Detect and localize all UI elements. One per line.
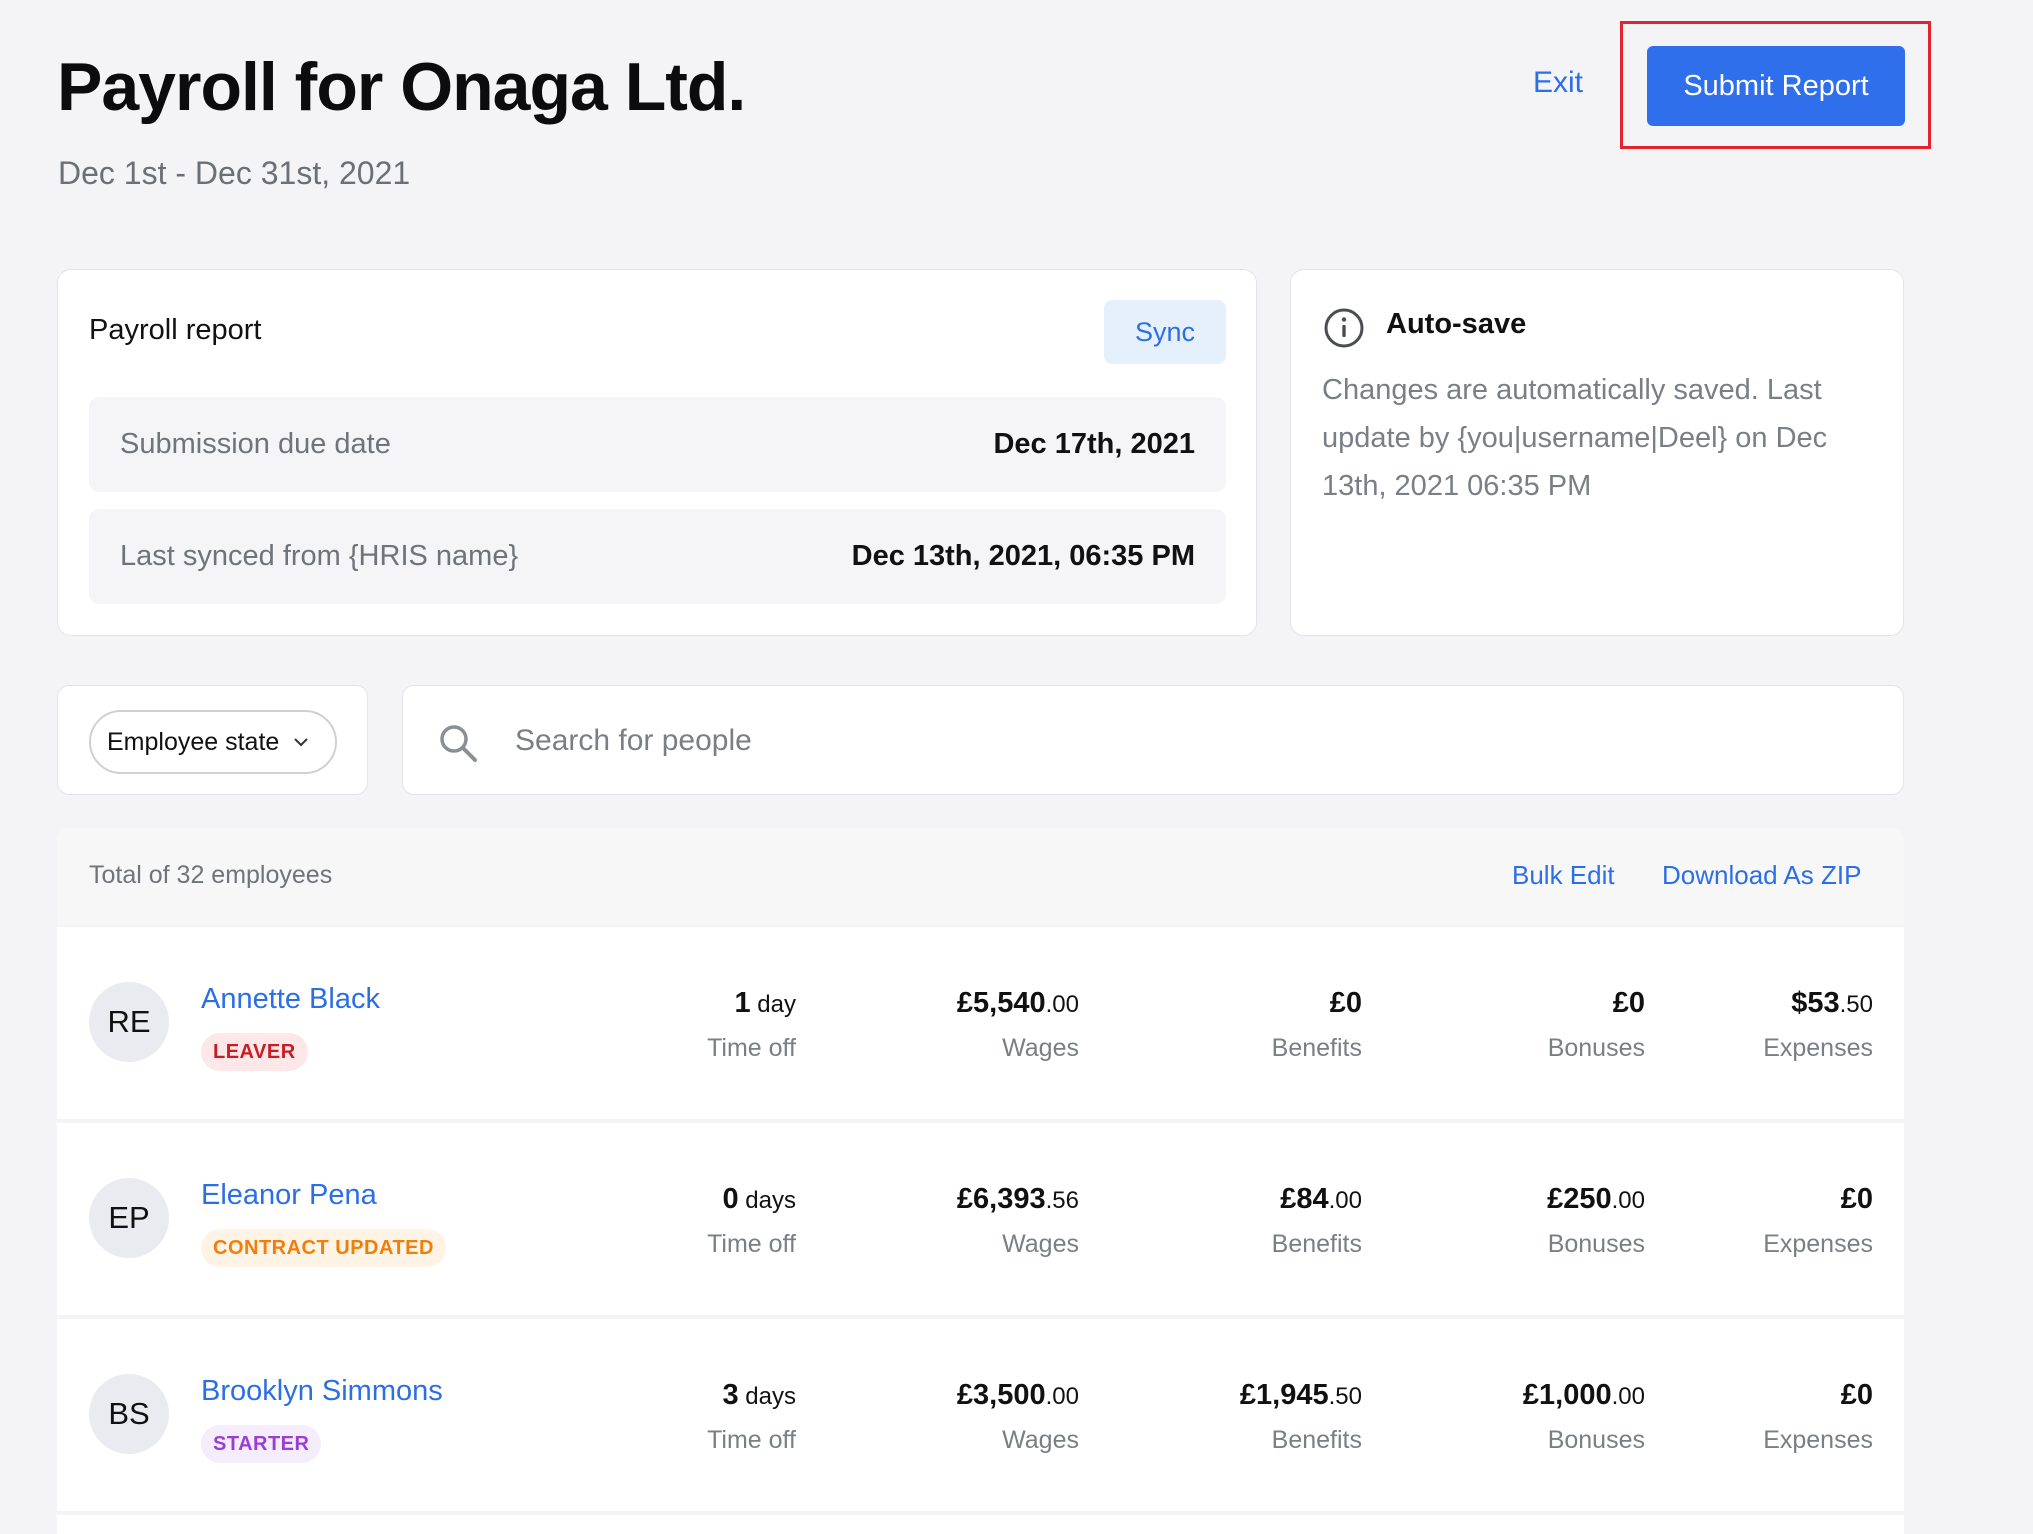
employee-name-link[interactable]: Annette Black [201, 983, 380, 1016]
benefits-cents: .00 [1328, 1187, 1362, 1214]
bonuses-label: Bonuses [1547, 1230, 1645, 1258]
bonuses-label: Bonuses [1547, 1034, 1645, 1062]
expenses-label: Expenses [1763, 1034, 1873, 1062]
submit-report-button[interactable]: Submit Report [1647, 46, 1905, 126]
benefits-label: Benefits [1271, 1426, 1362, 1454]
time-off-label: Time off [707, 1426, 796, 1454]
expenses-label: Expenses [1763, 1426, 1873, 1454]
employee-state-label: Employee state [107, 727, 280, 756]
wages-cents: .00 [1045, 1383, 1079, 1410]
last-synced-row: Last synced from {HRIS name} Dec 13th, 2… [89, 509, 1226, 604]
bonuses-metric: £250.00 Bonuses [1547, 1183, 1645, 1259]
employee-name-link[interactable]: Brooklyn Simmons [201, 1375, 443, 1408]
employee-row-partial [57, 1515, 1904, 1534]
bonuses-value: £0 [1612, 987, 1645, 1019]
expenses-value: $53 [1791, 987, 1840, 1019]
avatar: BS [89, 1374, 169, 1454]
expenses-value: £0 [1840, 1183, 1873, 1215]
bonuses-metric: £1,000.00 Bonuses [1523, 1379, 1645, 1455]
time-off-unit: days [738, 1187, 796, 1214]
sync-button[interactable]: Sync [1104, 300, 1226, 364]
employee-row: EP Eleanor Pena CONTRACT UPDATED 0 days … [57, 1123, 1904, 1315]
bonuses-value: £250 [1547, 1183, 1612, 1215]
submission-due-value: Dec 17th, 2021 [993, 428, 1195, 460]
download-zip-link[interactable]: Download As ZIP [1662, 860, 1861, 891]
last-synced-label: Last synced from {HRIS name} [120, 540, 519, 572]
benefits-label: Benefits [1271, 1230, 1362, 1258]
benefits-cents: .50 [1328, 1383, 1362, 1410]
expenses-cents: .50 [1839, 991, 1873, 1018]
status-badge: CONTRACT UPDATED [201, 1229, 446, 1267]
info-icon [1324, 308, 1364, 348]
avatar: EP [89, 1178, 169, 1258]
submission-due-label: Submission due date [120, 428, 391, 460]
time-off-unit: days [738, 1383, 796, 1410]
status-badge: LEAVER [201, 1033, 308, 1071]
benefits-value: £0 [1329, 987, 1362, 1019]
expenses-metric: $53.50 Expenses [1763, 987, 1873, 1063]
bonuses-cents: .00 [1611, 1383, 1645, 1410]
pay-period: Dec 1st - Dec 31st, 2021 [58, 155, 411, 191]
search-input[interactable] [513, 712, 1873, 770]
avatar: RE [89, 982, 169, 1062]
bulk-edit-link[interactable]: Bulk Edit [1512, 860, 1615, 891]
wages-cents: .00 [1045, 991, 1079, 1018]
wages-value: £3,500 [956, 1379, 1046, 1411]
wages-value: £6,393 [956, 1183, 1046, 1215]
time-off-value: 3 [722, 1379, 739, 1411]
bonuses-cents: .00 [1611, 1187, 1645, 1214]
expenses-metric: £0 Expenses [1763, 1183, 1873, 1259]
employee-list-header: Total of 32 employees Bulk Edit Download… [57, 828, 1904, 925]
wages-label: Wages [1002, 1034, 1079, 1062]
employee-state-dropdown[interactable]: Employee state [89, 710, 337, 774]
page-title: Payroll for Onaga Ltd. [57, 49, 746, 125]
time-off-label: Time off [707, 1034, 796, 1062]
time-off-value: 0 [722, 1183, 739, 1215]
autosave-title: Auto-save [1386, 308, 1527, 340]
time-off-unit: day [750, 991, 796, 1018]
wages-label: Wages [1002, 1426, 1079, 1454]
benefits-metric: £84.00 Benefits [1272, 1183, 1362, 1259]
payroll-report-card: Payroll report Sync Submission due date … [57, 269, 1257, 636]
search-icon [440, 725, 477, 762]
chevron-down-icon [294, 738, 309, 747]
time-off-metric: 1 day Time off [707, 987, 796, 1063]
benefits-metric: £1,945.50 Benefits [1240, 1379, 1362, 1455]
exit-link[interactable]: Exit [1533, 66, 1583, 100]
benefits-metric: £0 Benefits [1272, 987, 1362, 1063]
wages-label: Wages [1002, 1230, 1079, 1258]
time-off-label: Time off [707, 1230, 796, 1258]
payroll-report-title: Payroll report [89, 314, 262, 346]
benefits-value: £1,945 [1239, 1379, 1329, 1411]
employee-name-link[interactable]: Eleanor Pena [201, 1179, 377, 1212]
benefits-value: £84 [1280, 1183, 1329, 1215]
autosave-text: Changes are automatically saved. Last up… [1322, 374, 1828, 502]
bonuses-label: Bonuses [1547, 1426, 1645, 1454]
wages-metric: £5,540.00 Wages [957, 987, 1079, 1063]
bonuses-metric: £0 Bonuses [1548, 987, 1645, 1063]
search-card [402, 685, 1904, 795]
filter-card: Employee state [57, 685, 368, 795]
bonuses-value: £1,000 [1522, 1379, 1612, 1411]
submission-due-row: Submission due date Dec 17th, 2021 [89, 397, 1226, 492]
expenses-label: Expenses [1763, 1230, 1873, 1258]
expenses-value: £0 [1840, 1379, 1873, 1411]
last-synced-value: Dec 13th, 2021, 06:35 PM [851, 540, 1195, 572]
time-off-value: 1 [734, 987, 751, 1019]
benefits-label: Benefits [1271, 1034, 1362, 1062]
status-badge: STARTER [201, 1425, 322, 1463]
employee-row: BS Brooklyn Simmons STARTER 3 days Time … [57, 1319, 1904, 1511]
employee-count: Total of 32 employees [89, 861, 333, 889]
wages-cents: .56 [1045, 1187, 1079, 1214]
wages-metric: £6,393.56 Wages [957, 1183, 1079, 1259]
expenses-metric: £0 Expenses [1763, 1379, 1873, 1455]
wages-value: £5,540 [956, 987, 1046, 1019]
time-off-metric: 3 days Time off [707, 1379, 796, 1455]
time-off-metric: 0 days Time off [707, 1183, 796, 1259]
autosave-card: Auto-save Changes are automatically save… [1290, 269, 1904, 636]
employee-row: RE Annette Black LEAVER 1 day Time off £… [57, 927, 1904, 1119]
wages-metric: £3,500.00 Wages [957, 1379, 1079, 1455]
